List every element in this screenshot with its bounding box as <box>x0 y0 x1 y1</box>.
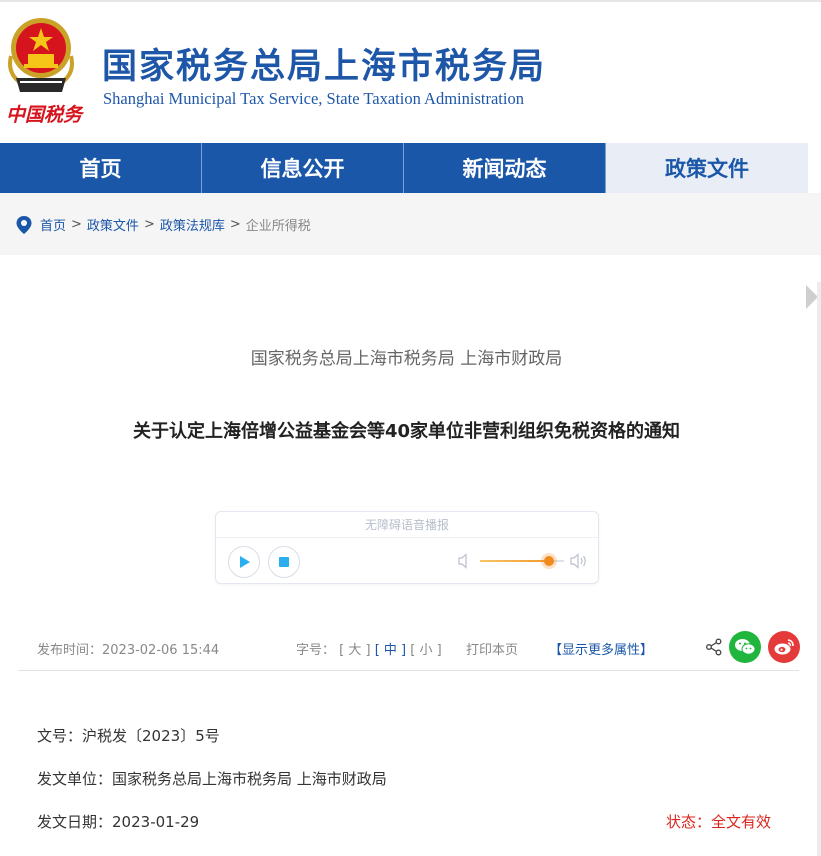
voice-broadcast-player: 无障碍语音播报 <box>215 511 599 584</box>
document-number-value: 沪税发〔2023〕5号 <box>82 727 220 745</box>
font-size-label: 字号： <box>296 643 336 658</box>
play-icon <box>240 556 250 568</box>
font-size-small[interactable]: [ 小 ] <box>410 643 441 658</box>
page: 中国税务 国家税务总局上海市税务局 Shanghai Municipal Tax… <box>0 0 821 856</box>
nav-item-policy-documents[interactable]: 政策文件 <box>606 143 808 193</box>
nav-item-home[interactable]: 首页 <box>0 143 202 193</box>
stop-icon <box>279 557 289 567</box>
national-emblem-icon <box>8 18 74 92</box>
breadcrumb-separator: > <box>229 217 241 232</box>
volume-low-icon[interactable] <box>458 553 472 569</box>
player-label: 无障碍语音播报 <box>216 512 598 538</box>
volume-knob[interactable] <box>543 556 554 566</box>
article-title: 关于认定上海倍增公益基金会等40家单位非营利组织免税资格的通知 <box>132 421 681 442</box>
article-meta: 发布时间：2023-02-06 15:44 字号： [ 大 ] [ 中 ] [ … <box>0 630 813 670</box>
font-size-controls: 字号： [ 大 ] [ 中 ] [ 小 ] <box>296 639 442 658</box>
nav-item-news[interactable]: 新闻动态 <box>404 143 606 193</box>
article-issuer: 国家税务总局上海市税务局 上海市财政局 <box>250 349 563 369</box>
volume-high-icon[interactable] <box>570 553 588 569</box>
issue-date-value: 2023-01-29 <box>112 813 200 831</box>
document-number-label: 文号： <box>37 727 83 745</box>
issuing-unit: 发文单位：国家税务总局上海市税务局 上海市财政局 <box>37 768 387 789</box>
play-button[interactable] <box>228 546 260 578</box>
issuing-unit-value: 国家税务总局上海市税务局 上海市财政局 <box>112 770 387 788</box>
document-number: 文号：沪税发〔2023〕5号 <box>37 725 220 746</box>
status-value: 全文有效 <box>711 813 772 831</box>
breadcrumb-policy-documents[interactable]: 政策文件 <box>87 215 139 234</box>
meta-divider <box>18 670 799 671</box>
nav-edge <box>808 143 821 193</box>
location-pin-icon <box>16 215 32 234</box>
status-label: 状态： <box>666 813 712 831</box>
breadcrumb-current: 企业所得税 <box>245 219 311 234</box>
font-size-medium[interactable]: [ 中 ] <box>375 643 406 658</box>
show-more-attributes-link[interactable]: 【显示更多属性】 <box>549 639 653 658</box>
volume-slider[interactable] <box>480 556 564 566</box>
nav-item-info-disclosure[interactable]: 信息公开 <box>202 143 404 193</box>
print-page-link[interactable]: 打印本页 <box>466 639 518 658</box>
breadcrumb-bar: 首页 > 政策文件 > 政策法规库 > 企业所得税 <box>0 193 821 255</box>
volume-fill <box>480 560 549 562</box>
site-header: 中国税务 国家税务总局上海市税务局 Shanghai Municipal Tax… <box>0 2 821 143</box>
breadcrumb-separator: > <box>71 217 82 232</box>
publish-time-value: 2023-02-06 15:44 <box>102 643 220 658</box>
issue-date: 发文日期：2023-01-29 <box>37 811 199 832</box>
side-panel-edge <box>817 282 821 856</box>
publish-time: 发布时间：2023-02-06 15:44 <box>37 639 219 658</box>
breadcrumb-separator: > <box>143 217 155 232</box>
wechat-share-button[interactable] <box>729 631 761 663</box>
emblem-caption: 中国税务 <box>6 104 83 126</box>
issuing-unit-label: 发文单位： <box>37 770 113 788</box>
wechat-icon <box>735 639 756 655</box>
main-nav: 首页 信息公开 新闻动态 政策文件 <box>0 143 808 193</box>
issue-date-label: 发文日期： <box>37 813 113 831</box>
site-title[interactable]: 国家税务总局上海市税务局 <box>102 38 546 89</box>
font-size-large[interactable]: [ 大 ] <box>339 643 370 658</box>
weibo-icon <box>774 639 794 655</box>
weibo-share-button[interactable] <box>768 631 800 663</box>
document-status: 状态：全文有效 <box>666 811 771 832</box>
site-subtitle: Shanghai Municipal Tax Service, State Ta… <box>103 89 524 108</box>
breadcrumb: 首页 > 政策文件 > 政策法规库 > 企业所得税 <box>16 215 311 234</box>
share-icon[interactable] <box>705 638 723 656</box>
breadcrumb-home[interactable]: 首页 <box>40 215 66 234</box>
publish-time-label: 发布时间： <box>37 643 103 658</box>
breadcrumb-regulation-library[interactable]: 政策法规库 <box>160 215 225 234</box>
stop-button[interactable] <box>268 546 300 578</box>
